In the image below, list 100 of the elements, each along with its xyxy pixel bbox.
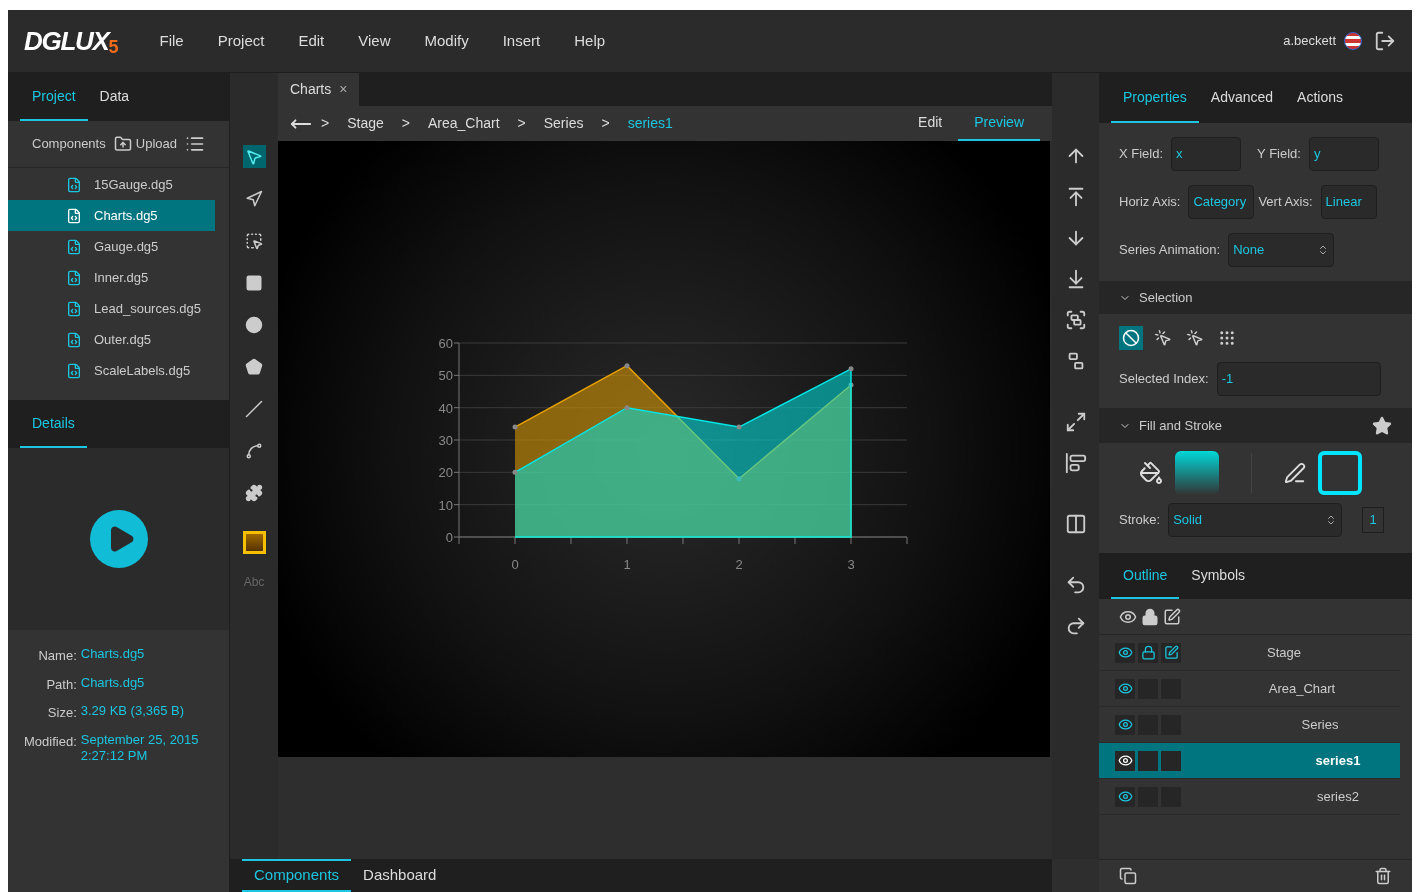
input-field[interactable]: Category [1188,185,1255,219]
breadcrumb-item[interactable]: Area_Chart [427,113,500,134]
breadcrumb-item[interactable]: Stage [347,113,384,134]
panel-tab[interactable]: Actions [1285,73,1355,123]
edit-toggle[interactable] [1161,750,1181,771]
stroke-width-field[interactable]: 1 [1362,507,1385,533]
play-button[interactable] [89,510,148,568]
color-swatch[interactable] [242,531,266,554]
detail-label: Name: [37,647,77,665]
outline-row[interactable]: series1 [1099,743,1400,779]
component-list-row[interactable]: Charts.dg5 [8,200,215,231]
file-icon [66,300,82,317]
breadcrumb-item[interactable]: series1 [627,113,673,134]
component-list-row[interactable]: Inner.dg5 [8,262,215,293]
breadcrumb-item[interactable]: Series [543,113,584,134]
visibility-toggle[interactable] [1115,750,1135,771]
outline-row[interactable]: Area_Chart [1099,671,1400,707]
component-list-row[interactable]: Gauge.dg5 [8,231,215,262]
field-label: Vert Axis: [1258,193,1313,212]
visibility-toggle[interactable] [1115,678,1135,699]
input-field[interactable]: -1 [1216,362,1381,396]
user-name: a.beckett [1283,32,1336,51]
field-value: y [1313,145,1322,164]
visibility-toggle[interactable] [1115,786,1135,807]
pen-icon [1284,462,1306,484]
lock-toggle[interactable] [1138,750,1158,771]
y-tick-label: 30 [438,433,453,448]
outline-row[interactable]: Stage [1099,635,1400,671]
component-list-row[interactable]: Lead_sources.dg5 [8,293,215,324]
visibility-toggle[interactable] [1115,642,1135,663]
section-header[interactable]: Selection [1099,281,1412,314]
field-value: Solid [1173,511,1204,530]
document-tab[interactable]: Charts × [278,73,360,106]
group-icon[interactable] [1064,309,1087,331]
stroke-color-swatch[interactable] [1318,451,1362,495]
logout-icon[interactable] [1374,30,1396,52]
align-left-icon[interactable] [1064,452,1087,474]
view-mode-tab[interactable]: Edit [902,106,959,141]
expand-icon[interactable] [1064,411,1087,433]
component-list-row[interactable]: 15Gauge.dg5 [8,169,215,200]
section-header[interactable]: Fill and Stroke [1099,408,1412,443]
menu-item[interactable]: Edit [281,29,342,53]
folder-upload-icon [113,135,132,153]
breadcrumb-separator: > [321,114,330,133]
input-field[interactable]: x [1171,137,1242,171]
y-tick-label: 60 [438,336,453,351]
component-list-row[interactable]: Outer.dg5 [8,324,215,355]
menu-item[interactable]: View [341,29,408,53]
field-label: Series Animation: [1119,241,1221,260]
file-icon [66,331,82,348]
detail-value: Charts.dg5 [80,646,146,662]
input-field[interactable]: y [1308,137,1379,171]
file-icon [66,269,82,286]
upload-button[interactable]: Upload [113,134,177,154]
component-list-row[interactable]: ScaleLabels.dg5 [8,355,215,386]
bottom-tab[interactable]: Dashboard [351,859,449,892]
panel-tab[interactable]: Project [20,73,88,121]
data-point [736,476,742,482]
panel-tab[interactable]: Advanced [1198,73,1286,123]
data-point [512,469,518,475]
fill-color-swatch[interactable] [1175,451,1219,495]
panel-tab[interactable]: Outline [1111,553,1180,599]
lock-icon[interactable] [1141,607,1159,626]
detail-label: Size: [46,704,77,722]
panel-tab[interactable]: Properties [1111,73,1199,123]
panel-tab[interactable]: Data [87,73,142,121]
layer-name: series2 [1317,787,1359,806]
x-tick-label: 1 [623,557,631,572]
select-field[interactable]: Solid [1168,503,1343,537]
layer-name: Stage [1267,643,1301,662]
menu-item[interactable]: Insert [485,29,558,53]
panel-tab[interactable]: Symbols [1179,553,1258,599]
field-label: Horiz Axis: [1119,193,1181,212]
y-tick-label: 40 [438,400,453,416]
trash-icon[interactable] [1374,867,1392,885]
pointer-icon[interactable] [242,145,266,168]
star-icon[interactable] [1372,415,1392,436]
list-icon[interactable] [185,134,205,154]
lock-toggle[interactable] [1138,642,1158,663]
field-label: X Field: [1119,145,1164,164]
menu-item[interactable]: File [142,29,201,53]
select-field[interactable]: None [1228,233,1335,267]
outline-row[interactable]: series2 [1099,779,1400,815]
breadcrumb-separator: > [601,114,610,133]
layer-name: series1 [1315,751,1361,770]
bottom-tab[interactable]: Components [242,859,352,892]
field-label: Stroke: [1119,511,1161,530]
menu-item[interactable]: Help [557,29,623,53]
menu-item[interactable]: Modify [407,29,486,53]
visibility-toggle[interactable] [1115,714,1135,735]
edit-icon[interactable] [1163,607,1181,626]
menu-item[interactable]: Project [200,29,282,53]
close-button[interactable]: × [339,79,348,100]
duplicate-icon[interactable] [1119,867,1137,885]
file-icon [66,176,82,193]
fit-icon[interactable] [1064,513,1087,535]
no-selection-icon[interactable] [1119,326,1143,350]
input-field[interactable]: Linear [1320,185,1377,219]
section-title: Fill and Stroke [1139,416,1224,435]
edit-toggle[interactable] [1161,642,1181,663]
